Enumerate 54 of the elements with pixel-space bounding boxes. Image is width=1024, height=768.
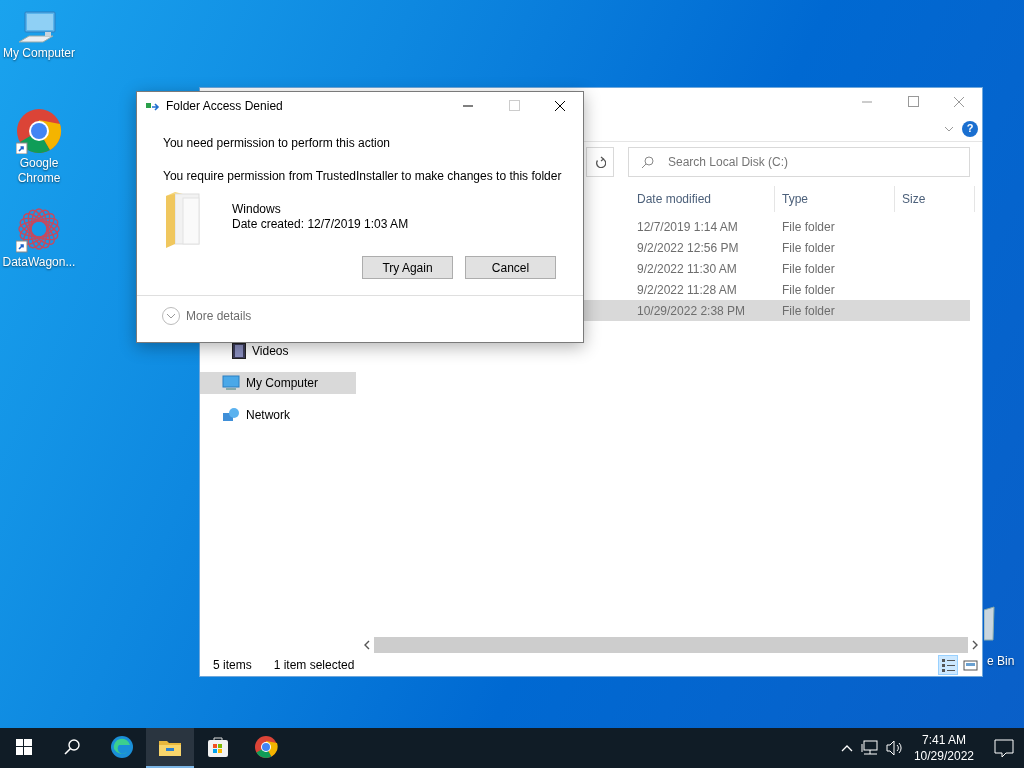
store-icon [206, 735, 230, 759]
desktop-icon-label[interactable]: e Bin [987, 652, 1015, 670]
nav-item[interactable]: Network [200, 404, 356, 426]
edge-icon [110, 735, 134, 759]
item-count: 5 items [213, 657, 252, 674]
chrome-icon [254, 735, 278, 759]
taskbar-button[interactable] [146, 728, 194, 768]
column-header[interactable]: Date modified [630, 186, 775, 212]
dialog-heading: You need permission to perform this action [163, 135, 391, 152]
column-header[interactable]: Type [775, 186, 895, 212]
table-cell-text: 10/29/2022 2:38 PM [636, 302, 747, 320]
network-icon [222, 407, 240, 423]
transfer-icon [146, 100, 160, 112]
folder-date-created: Date created: 12/7/2019 1:03 AM [232, 217, 409, 232]
table-cell-text: 9/2/2022 11:30 AM [636, 260, 738, 278]
selection-count: 1 item selected [273, 657, 355, 674]
refresh-button[interactable] [586, 147, 614, 177]
table-cell-text: File folder [781, 239, 836, 257]
volume-icon[interactable] [885, 740, 902, 756]
computer-icon [222, 375, 240, 391]
search-icon [641, 156, 654, 169]
dialog-button[interactable]: Try Again [362, 256, 453, 279]
nav-item[interactable]: Videos [200, 340, 356, 362]
table-cell-text: File folder [781, 302, 836, 320]
help-button[interactable]: ? [962, 120, 978, 137]
column-header[interactable]: Size [895, 186, 975, 212]
search-icon [64, 739, 80, 755]
search-field[interactable]: Search Local Disk (C:) [628, 147, 970, 177]
chevron-up-icon[interactable] [840, 743, 853, 753]
caret-icon[interactable] [944, 124, 954, 133]
clock[interactable]: 7:41 AM 10/29/2022 [913, 732, 974, 764]
desktop-icon-label[interactable]: Google Chrome [1, 156, 77, 186]
start-icon [16, 739, 32, 755]
chevron-icon [162, 306, 180, 325]
table-cell-text: File folder [781, 218, 836, 236]
tiles-icon [962, 657, 978, 673]
desktop-icon-label[interactable]: DataWagon... [1, 255, 77, 270]
details-view-button[interactable] [938, 655, 958, 675]
table-cell-text: 9/2/2022 12:56 PM [636, 239, 740, 257]
notification-icon[interactable] [994, 738, 1014, 758]
details-icon [940, 657, 956, 673]
table-cell-text: 9/2/2022 11:28 AM [636, 281, 738, 299]
table-cell-text: File folder [781, 260, 836, 278]
network-icon[interactable] [860, 740, 878, 756]
refresh-icon [594, 156, 606, 168]
more-details-toggle[interactable]: More details [162, 306, 252, 325]
table-cell-text: File folder [781, 281, 836, 299]
film-icon [232, 343, 246, 359]
folder-name: Windows [232, 202, 282, 217]
window-title: Folder Access Denied [166, 98, 283, 115]
table-cell-text: 12/7/2019 1:14 AM [636, 218, 739, 236]
dialog-button[interactable]: Cancel [465, 256, 556, 279]
nav-item[interactable]: My Computer [200, 372, 356, 394]
dialog-message: You require permission from TrustedInstaller to make changes to this folder [163, 168, 563, 185]
